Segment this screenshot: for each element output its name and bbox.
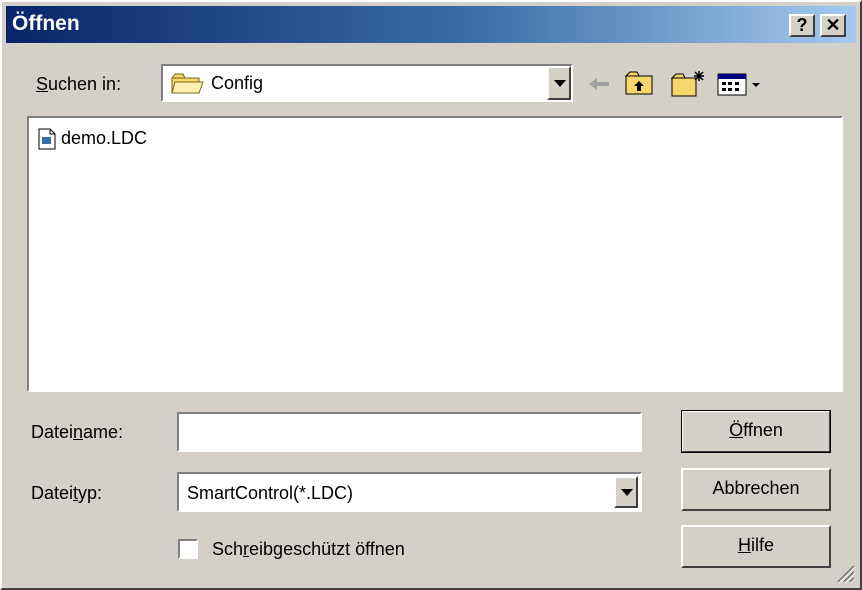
help-button[interactable]: Hilfe: [681, 525, 831, 568]
filetype-select[interactable]: SmartControl(*.LDC): [177, 472, 642, 512]
look-in-combobox[interactable]: Config: [161, 64, 573, 102]
close-title-button[interactable]: ✕: [820, 14, 846, 37]
file-icon: [38, 128, 56, 150]
folder-icon: [171, 73, 204, 94]
file-name: demo.LDC: [61, 128, 148, 148]
back-arrow-icon[interactable]: [585, 70, 613, 98]
filename-label: Dateiname:: [31, 422, 124, 442]
file-list[interactable]: demo.LDC: [27, 116, 843, 392]
readonly-checkbox[interactable]: [178, 539, 198, 559]
view-menu-icon[interactable]: [716, 70, 766, 98]
filename-input[interactable]: [177, 412, 642, 452]
title-bar[interactable]: Öffnen ? ✕: [6, 6, 856, 43]
filetype-value: SmartControl(*.LDC): [187, 483, 354, 503]
new-folder-icon[interactable]: [670, 70, 706, 98]
open-dialog: Öffnen ? ✕ Suchen in: Config demo.LDC Da…: [0, 0, 862, 590]
cancel-button[interactable]: Abbrechen: [681, 468, 831, 511]
readonly-label[interactable]: Schreibgeschützt öffnen: [212, 539, 405, 560]
filetype-label: Dateityp:: [31, 483, 103, 503]
look-in-value: Config: [211, 73, 264, 93]
filetype-dropdown-button[interactable]: [614, 476, 638, 508]
resize-grip-icon[interactable]: [834, 562, 856, 584]
open-button[interactable]: Öffnen: [681, 410, 831, 453]
help-title-button[interactable]: ?: [789, 14, 815, 37]
up-folder-icon[interactable]: [624, 70, 654, 98]
look-in-dropdown-button[interactable]: [547, 66, 571, 100]
dialog-title: Öffnen: [12, 12, 80, 35]
look-in-label: Suchen in:: [36, 74, 122, 94]
